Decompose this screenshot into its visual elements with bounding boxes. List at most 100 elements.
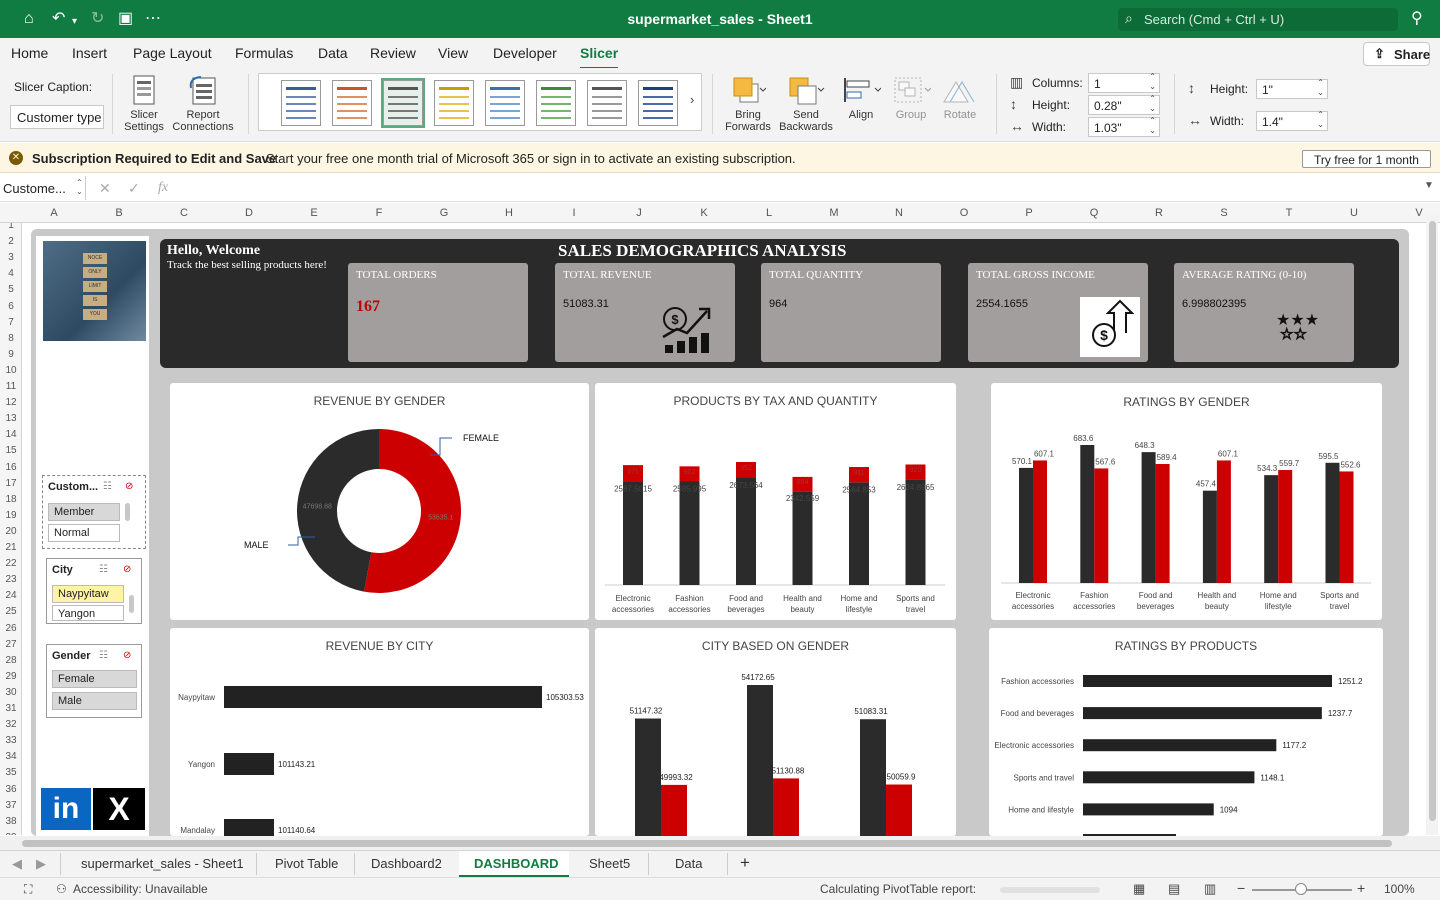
column-header[interactable]: E xyxy=(304,207,324,219)
tab-sheet5[interactable]: Sheet5 xyxy=(589,856,630,871)
page-break-view-icon[interactable]: ▥ xyxy=(1204,881,1216,897)
tab-pivot-table[interactable]: Pivot Table xyxy=(275,856,338,871)
slicer-item-male[interactable]: Male xyxy=(52,692,137,710)
tab-dashboard2[interactable]: Dashboard2 xyxy=(371,856,442,871)
scroll-thumb[interactable] xyxy=(1429,221,1436,821)
row-header[interactable]: 35 xyxy=(0,767,21,778)
zoom-slider-handle[interactable] xyxy=(1295,883,1307,895)
slicer-style-7[interactable] xyxy=(587,80,627,126)
slicer-item-member[interactable]: Member xyxy=(48,503,120,521)
horizontal-scrollbar[interactable] xyxy=(0,836,1440,850)
row-header[interactable]: 22 xyxy=(0,558,21,569)
cancel-icon[interactable]: ✕ xyxy=(99,180,111,197)
row-header[interactable]: 37 xyxy=(0,800,21,811)
slicer-scrollbar[interactable] xyxy=(129,595,134,613)
x-icon[interactable]: X xyxy=(93,788,145,830)
rotate-button[interactable]: Rotate xyxy=(936,74,984,121)
row-header[interactable]: 6 xyxy=(0,301,21,312)
row-header[interactable]: 19 xyxy=(0,510,21,521)
column-header[interactable]: P xyxy=(1019,207,1039,219)
clear-filter-icon[interactable]: ⊘ xyxy=(125,481,133,492)
row-header[interactable]: 13 xyxy=(0,413,21,424)
menu-page-layout[interactable]: Page Layout xyxy=(133,45,212,61)
column-header[interactable]: O xyxy=(954,207,974,219)
search-box[interactable]: ⌕ Search (Cmd + Ctrl + U) xyxy=(1118,8,1398,31)
row-header[interactable]: 36 xyxy=(0,784,21,795)
enter-icon[interactable]: ✓ xyxy=(128,180,140,197)
linkedin-icon[interactable]: in xyxy=(41,788,91,830)
row-header[interactable]: 29 xyxy=(0,671,21,682)
multi-select-icon[interactable]: ☷ xyxy=(99,650,108,661)
menu-home[interactable]: Home xyxy=(11,45,48,61)
column-header[interactable]: A xyxy=(44,207,64,219)
group-button[interactable]: Group xyxy=(888,74,934,121)
row-header[interactable]: 11 xyxy=(0,381,21,392)
chevron-down-icon[interactable]: ▼ xyxy=(1424,180,1434,191)
row-header[interactable]: 7 xyxy=(0,317,21,328)
column-header[interactable]: K xyxy=(694,207,714,219)
multi-select-icon[interactable]: ☷ xyxy=(99,564,108,575)
column-header[interactable]: G xyxy=(434,207,454,219)
menu-formulas[interactable]: Formulas xyxy=(235,45,293,61)
column-header[interactable]: H xyxy=(499,207,519,219)
column-header[interactable]: R xyxy=(1149,207,1169,219)
chevron-right-icon[interactable]: › xyxy=(690,92,694,107)
column-header[interactable]: J xyxy=(629,207,649,219)
column-header[interactable]: B xyxy=(109,207,129,219)
share-button[interactable]: ⇪ Share xyxy=(1363,42,1430,66)
send-backwards-button[interactable]: Send Backwards xyxy=(778,74,834,133)
row-header[interactable]: 10 xyxy=(0,365,21,376)
slicer-scrollbar[interactable] xyxy=(125,503,130,521)
bring-forwards-button[interactable]: Bring Forwards xyxy=(722,74,774,133)
slicer-item-naypyitaw[interactable]: Naypyitaw xyxy=(52,585,124,603)
row-header[interactable]: 16 xyxy=(0,462,21,473)
clear-filter-icon[interactable]: ⊘ xyxy=(123,564,131,575)
slicer-style-3[interactable] xyxy=(381,78,425,128)
size-width-input[interactable]: 1.4" xyxy=(1256,110,1328,131)
tab-scroll-left-icon[interactable]: ◀ xyxy=(12,856,22,872)
name-box[interactable]: Custome... xyxy=(0,176,86,200)
tab-supermarket-sales-sheet1[interactable]: supermarket_sales - Sheet1 xyxy=(81,856,244,871)
row-header[interactable]: 38 xyxy=(0,816,21,827)
menu-developer[interactable]: Developer xyxy=(493,45,557,61)
page-layout-view-icon[interactable]: ▤ xyxy=(1168,881,1180,897)
row-header[interactable]: 24 xyxy=(0,590,21,601)
gender-slicer[interactable]: Gender ☷ ⊘ Female Male xyxy=(46,644,142,718)
row-header[interactable]: 27 xyxy=(0,639,21,650)
slicer-style-1[interactable] xyxy=(281,80,321,126)
column-header[interactable]: U xyxy=(1344,207,1364,219)
column-header[interactable]: L xyxy=(759,207,779,219)
slicer-settings-button[interactable]: Slicer Settings xyxy=(120,74,168,133)
macro-recording-icon[interactable]: ⛶ xyxy=(24,882,32,897)
row-header[interactable]: 2 xyxy=(0,236,21,247)
close-icon[interactable]: ✕ xyxy=(9,151,23,165)
row-header[interactable]: 3 xyxy=(0,252,21,263)
column-header[interactable]: S xyxy=(1214,207,1234,219)
row-header[interactable]: 8 xyxy=(0,333,21,344)
column-header[interactable]: D xyxy=(239,207,259,219)
function-icon[interactable]: fx xyxy=(158,180,168,196)
menu-slicer[interactable]: Slicer xyxy=(580,45,619,70)
row-header[interactable]: 17 xyxy=(0,478,21,489)
vertical-scrollbar[interactable] xyxy=(1426,215,1438,835)
slicer-style-5[interactable] xyxy=(485,80,525,126)
row-header[interactable]: 28 xyxy=(0,655,21,666)
row-header[interactable]: 31 xyxy=(0,703,21,714)
row-header[interactable]: 39 xyxy=(0,832,21,835)
slicer-item-yangon[interactable]: Yangon xyxy=(52,605,124,621)
customer-type-slicer[interactable]: Custom... ☷ ⊘ Member Normal xyxy=(42,475,146,549)
row-header[interactable]: 30 xyxy=(0,687,21,698)
tab-data[interactable]: Data xyxy=(675,856,702,871)
column-header[interactable]: Q xyxy=(1084,207,1104,219)
row-header[interactable]: 33 xyxy=(0,735,21,746)
button-width-input[interactable]: 1.03" xyxy=(1088,116,1160,137)
slicer-item-female[interactable]: Female xyxy=(52,670,137,688)
align-button[interactable]: Align xyxy=(838,74,884,121)
menu-review[interactable]: Review xyxy=(370,45,416,61)
slicer-caption-input[interactable]: Customer type xyxy=(10,105,104,129)
slicer-item-normal[interactable]: Normal xyxy=(48,524,120,542)
normal-view-icon[interactable]: ▦ xyxy=(1133,881,1145,897)
columns-input[interactable]: 1 xyxy=(1088,72,1160,93)
row-header[interactable]: 20 xyxy=(0,526,21,537)
zoom-level[interactable]: 100% xyxy=(1384,882,1415,896)
